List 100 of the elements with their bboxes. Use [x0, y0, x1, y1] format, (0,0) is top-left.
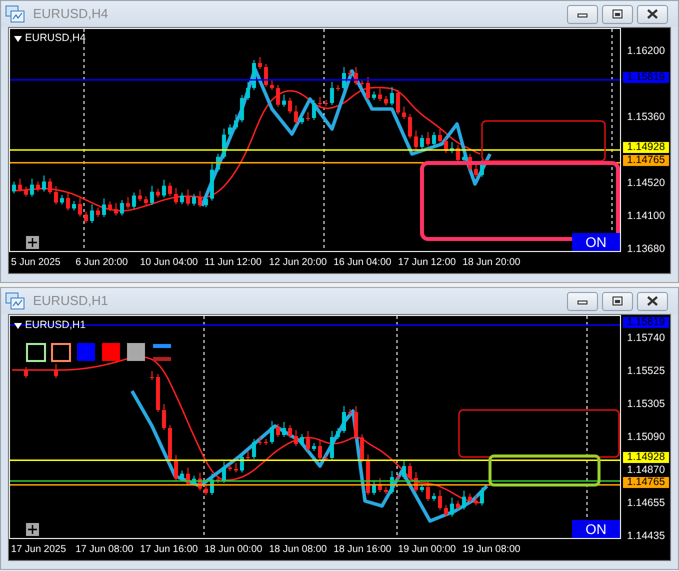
time-axis-label: 5 Jun 2025 [10, 256, 62, 270]
candle [150, 370, 154, 380]
candle [414, 130, 418, 150]
candle [408, 462, 412, 480]
time-axis-label: 18 Jun 16:00 [332, 543, 392, 557]
candle [360, 80, 364, 86]
restore-icon[interactable] [610, 7, 625, 21]
candle [432, 132, 436, 146]
candle [414, 472, 418, 492]
candle [234, 462, 238, 473]
candle [66, 192, 70, 211]
candle [174, 188, 178, 205]
candle [444, 504, 448, 518]
candle [282, 94, 286, 108]
price-axis-label: 1.16200 [627, 45, 665, 57]
time-axis-label: 16 Jun 04:00 [332, 256, 392, 270]
close-icon[interactable] [645, 294, 660, 308]
candle [108, 201, 112, 212]
price-axis-label: 1.13680 [627, 243, 665, 255]
candle [330, 82, 334, 106]
candle [228, 464, 232, 472]
close-button[interactable] [637, 292, 668, 310]
candle [222, 461, 226, 484]
price-axis-label: 1.15360 [627, 111, 665, 123]
candle [240, 94, 244, 123]
candle [174, 454, 178, 482]
price-axis-label: 1.14520 [627, 177, 665, 189]
restore-icon[interactable] [610, 294, 625, 308]
candle [210, 473, 214, 496]
candle [78, 198, 82, 217]
candle [42, 175, 46, 192]
candle [354, 66, 358, 86]
chart-window-icon [5, 292, 25, 310]
candle [312, 442, 316, 452]
candle [198, 190, 202, 208]
candle [480, 160, 484, 178]
candle [192, 475, 196, 486]
candle [246, 450, 250, 460]
candle [420, 134, 424, 150]
candle [156, 374, 160, 412]
on-button[interactable]: ON [572, 233, 620, 251]
minimize-button[interactable] [567, 4, 598, 24]
price-level-tag: 1.14765 [623, 476, 669, 488]
candle [396, 474, 400, 480]
dropdown-triangle-icon[interactable] [14, 36, 22, 42]
candle [12, 181, 16, 194]
candle [192, 194, 196, 206]
candle [318, 96, 322, 106]
minimize-button[interactable] [567, 292, 598, 310]
time-axis-label: 17 Jun 08:00 [74, 543, 134, 557]
candle [366, 76, 370, 100]
candle [450, 497, 454, 518]
candle [456, 500, 460, 510]
candle [210, 163, 214, 202]
candle [258, 56, 262, 70]
candle [378, 478, 382, 492]
candle [264, 438, 268, 446]
close-button[interactable] [637, 4, 668, 24]
candle [402, 460, 406, 480]
candle [90, 204, 94, 224]
candle [402, 106, 406, 120]
candle [264, 64, 268, 88]
time-axis-label: 18 Jun 00:00 [204, 543, 264, 557]
price-level-tag: 1.15819 [623, 72, 669, 83]
restore-button[interactable] [602, 4, 633, 24]
window-title: EURUSD,H4 [33, 5, 108, 24]
candle [252, 438, 256, 460]
candle [186, 467, 190, 486]
candle [480, 486, 484, 506]
time-axis-label: 19 Jun 00:00 [397, 543, 457, 557]
candle [438, 128, 442, 144]
window-title: EURUSD,H1 [33, 292, 108, 310]
candle [294, 430, 298, 446]
candle [138, 189, 142, 202]
candle [390, 86, 394, 106]
plus-button[interactable] [26, 236, 39, 249]
candle [432, 492, 436, 502]
candle [342, 406, 346, 434]
candle [150, 185, 154, 206]
candle [468, 154, 472, 172]
candle [438, 490, 442, 510]
price-axis-label: 1.14870 [627, 464, 665, 476]
candle [204, 195, 208, 208]
restore-button[interactable] [602, 292, 633, 310]
candle [282, 422, 286, 438]
price-axis-label: 1.15525 [627, 364, 665, 377]
candle [456, 144, 460, 162]
dropdown-triangle-icon[interactable] [14, 322, 22, 329]
candle [336, 84, 340, 92]
on-button[interactable]: ON [572, 520, 620, 538]
candle [288, 97, 292, 114]
candle [288, 424, 292, 438]
plus-button[interactable] [26, 523, 39, 536]
chart-window-icon [5, 5, 25, 23]
candle [102, 198, 106, 218]
candle [306, 112, 310, 122]
candle [30, 178, 34, 198]
candle [120, 200, 124, 216]
time-axis-label: 10 Jun 04:00 [139, 256, 199, 270]
close-icon[interactable] [645, 7, 660, 21]
